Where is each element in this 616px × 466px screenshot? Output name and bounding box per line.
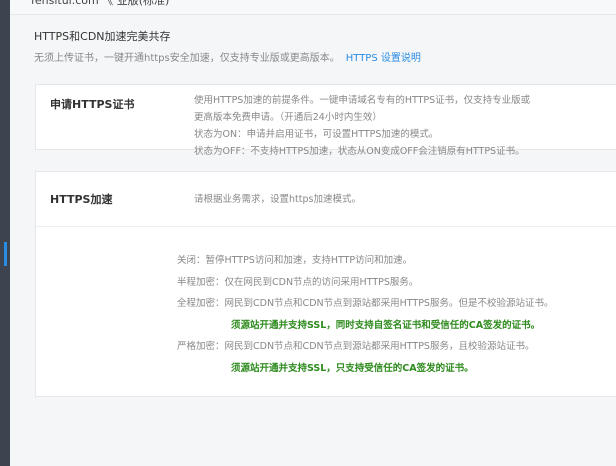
sidebar-active-indicator bbox=[4, 242, 7, 266]
cert-desc-line: 状态为ON：申请并启用证书，可设置HTTPS加速的模式。 bbox=[194, 129, 439, 140]
cert-desc-line: 更高版本免费申请。（开通后24小时内生效） bbox=[194, 112, 382, 123]
cert-desc-line: 状态为OFF：不支持HTTPS加速，状态从ON变成OFF会注销原有HTTPS证书… bbox=[194, 146, 525, 157]
mode-half-text: 半程加密：仅在网民到CDN节点的访问采用HTTPS服务。 bbox=[177, 276, 419, 288]
cert-card: 申请HTTPS证书 使用HTTPS加速的前提条件。一键申请域名专有的HTTPS证… bbox=[35, 84, 616, 157]
mode-full-text: 全程加密：网民到CDN节点和CDN节点到源站都采用HTTPS服务。但是不校验源站… bbox=[177, 298, 554, 309]
section-subtitle: 无须上传证书，一键开通https安全加速，仅支持专业版或更高版本。 HTTPS 设… bbox=[34, 49, 421, 64]
accel-modes-list: 关闭：暂停HTTPS访问和加速，支持HTTP访问和加速。 半程加密：仅在网民到C… bbox=[177, 250, 553, 379]
accel-description: 请根据业务需求，设置https加速模式。 bbox=[194, 194, 361, 205]
mode-strict-text: 严格加密：网民到CDN节点和CDN节点到源站都采用HTTPS服务，且校验源站证书… bbox=[177, 341, 535, 352]
https-help-link[interactable]: HTTPS 设置说明 bbox=[346, 53, 421, 64]
subtitle-text: 无须上传证书，一键开通https安全加速，仅支持专业版或更高版本。 bbox=[34, 53, 340, 64]
accel-label: HTTPS加速 bbox=[50, 193, 113, 206]
left-sidebar bbox=[0, 0, 10, 466]
main-content: HTTPS和CDN加速完美共存 无须上传证书，一键开通https安全加速，仅支持… bbox=[10, 15, 616, 466]
mode-full-note: 须源站开通并支持SSL，同时支持自签名证书和受信任的CA签发的证书。 bbox=[231, 319, 541, 331]
section-title: HTTPS和CDN加速完美共存 bbox=[34, 30, 171, 43]
cert-desc-line: 使用HTTPS加速的前提条件。一键申请域名专有的HTTPS证书，仅支持专业版或 bbox=[194, 95, 531, 106]
accel-card: HTTPS加速 请根据业务需求，设置https加速模式。 关闭：暂停HTTPS访… bbox=[35, 171, 616, 397]
mode-off-text: 关闭：暂停HTTPS访问和加速，支持HTTP访问和加速。 bbox=[177, 255, 413, 266]
cert-description: 使用HTTPS加速的前提条件。一键申请域名专有的HTTPS证书，仅支持专业版或 … bbox=[194, 92, 530, 160]
divider bbox=[36, 226, 616, 227]
top-header-bar: fensitui.com 《 业版(标准) bbox=[10, 0, 616, 15]
header-breadcrumb: fensitui.com 《 业版(标准) bbox=[31, 0, 170, 7]
cert-label: 申请HTTPS证书 bbox=[50, 98, 135, 111]
mode-strict-note: 须源站开通并支持SSL，只支持受信任的CA签发的证书。 bbox=[231, 362, 474, 374]
